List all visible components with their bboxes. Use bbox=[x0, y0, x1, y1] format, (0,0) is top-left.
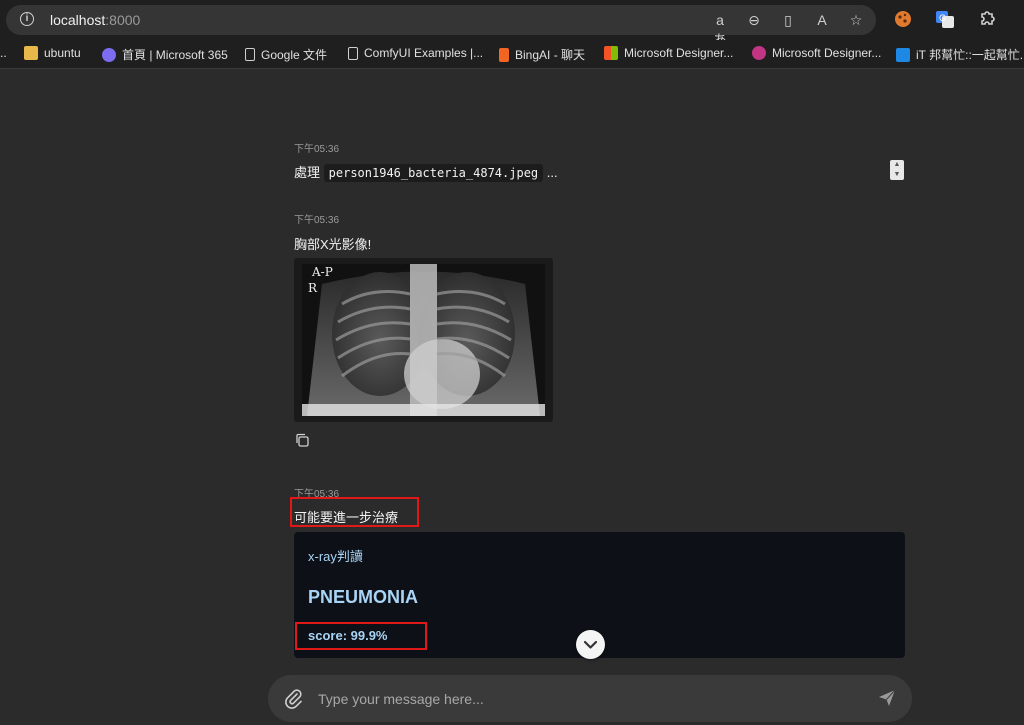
bookmark-microsoft-365[interactable]: 首頁 | Microsoft 365 bbox=[102, 46, 228, 63]
bookmark-microsoft-designer-2[interactable]: Microsoft Designer... bbox=[752, 46, 881, 60]
url-port: :8000 bbox=[105, 12, 141, 28]
message-timestamp: 下午05:36 bbox=[294, 144, 340, 155]
send-icon[interactable] bbox=[878, 689, 896, 707]
extensions-puzzle-icon[interactable] bbox=[977, 9, 997, 29]
bookmark-comfyui[interactable]: ComfyUI Examples |... bbox=[348, 46, 483, 60]
doc-icon bbox=[348, 46, 358, 60]
page-icon[interactable]: ▯ bbox=[778, 10, 798, 30]
message-text: 胸部X光影像! bbox=[294, 237, 372, 252]
bing-icon bbox=[499, 47, 509, 62]
message-composer bbox=[268, 675, 912, 722]
bookmarks-bar: .. ubuntu 首頁 | Microsoft 365 Google 文件 C… bbox=[0, 40, 1024, 69]
xray-marker-ap: A-P bbox=[311, 265, 333, 279]
bookmark-google-docs[interactable]: Google 文件 bbox=[245, 46, 327, 63]
bookmark-ubuntu[interactable]: ubuntu bbox=[24, 46, 81, 60]
bookmark-ithome[interactable]: iT 邦幫忙::一起幫忙... bbox=[896, 46, 1024, 63]
url-text[interactable]: localhost:8000 bbox=[50, 12, 140, 28]
svg-text:G: G bbox=[939, 13, 946, 23]
chest-xray-graphic: A-P R bbox=[302, 264, 545, 416]
url-host: localhost bbox=[50, 12, 106, 28]
m365-icon bbox=[102, 47, 116, 62]
bookmark-microsoft-designer-1[interactable]: Microsoft Designer... bbox=[604, 46, 733, 60]
chevron-up-icon[interactable]: ▲ bbox=[890, 160, 904, 170]
result-title: x-ray判讀 bbox=[308, 549, 363, 564]
message-processing: 處理 person1946_bacteria_4874.jpeg ... bbox=[294, 162, 558, 182]
bookmark-bingai[interactable]: BingAI - 聊天 bbox=[499, 46, 585, 63]
message-input[interactable] bbox=[316, 688, 860, 710]
google-translate-extension-icon[interactable]: G bbox=[935, 9, 955, 29]
doc-icon bbox=[245, 48, 255, 61]
paperclip-icon[interactable] bbox=[282, 687, 304, 709]
message-text: 可能要進一步治療 bbox=[294, 510, 399, 525]
chevron-down-icon bbox=[583, 640, 598, 649]
zoom-out-icon[interactable]: ⊖ bbox=[744, 10, 764, 30]
copy-icon[interactable] bbox=[295, 433, 309, 447]
xray-image[interactable]: A-P R bbox=[294, 258, 553, 422]
favorite-star-icon[interactable]: ☆ bbox=[846, 10, 866, 30]
message-timestamp: 下午05:36 bbox=[294, 215, 340, 226]
xray-marker-r: R bbox=[308, 281, 318, 295]
scroll-to-bottom-button[interactable] bbox=[576, 630, 605, 659]
processing-label: 處理 bbox=[294, 165, 321, 180]
bookmark-overflow[interactable]: .. bbox=[0, 46, 7, 60]
microsoft-icon bbox=[604, 46, 618, 60]
cookie-extension-icon[interactable] bbox=[893, 9, 913, 29]
highlight-box bbox=[295, 622, 427, 650]
expand-stepper[interactable]: ▲ ▼ bbox=[890, 160, 904, 180]
read-aloud-icon[interactable]: A bbox=[812, 10, 832, 30]
address-bar[interactable]: i localhost:8000 aあ ⊖ ▯ A ☆ bbox=[6, 5, 876, 48]
browser-toolbar: i localhost:8000 aあ ⊖ ▯ A ☆ G bbox=[0, 0, 1024, 48]
file-name-code: person1946_bacteria_4874.jpeg bbox=[323, 164, 544, 182]
info-icon[interactable]: i bbox=[20, 12, 34, 26]
designer-icon bbox=[752, 46, 766, 60]
chevron-down-icon[interactable]: ▼ bbox=[890, 170, 904, 180]
ithome-icon bbox=[896, 47, 910, 62]
folder-icon bbox=[24, 46, 38, 60]
processing-ellipsis: ... bbox=[546, 165, 558, 180]
result-label: PNEUMONIA bbox=[308, 587, 419, 607]
translate-page-icon[interactable]: aあ bbox=[710, 10, 730, 48]
